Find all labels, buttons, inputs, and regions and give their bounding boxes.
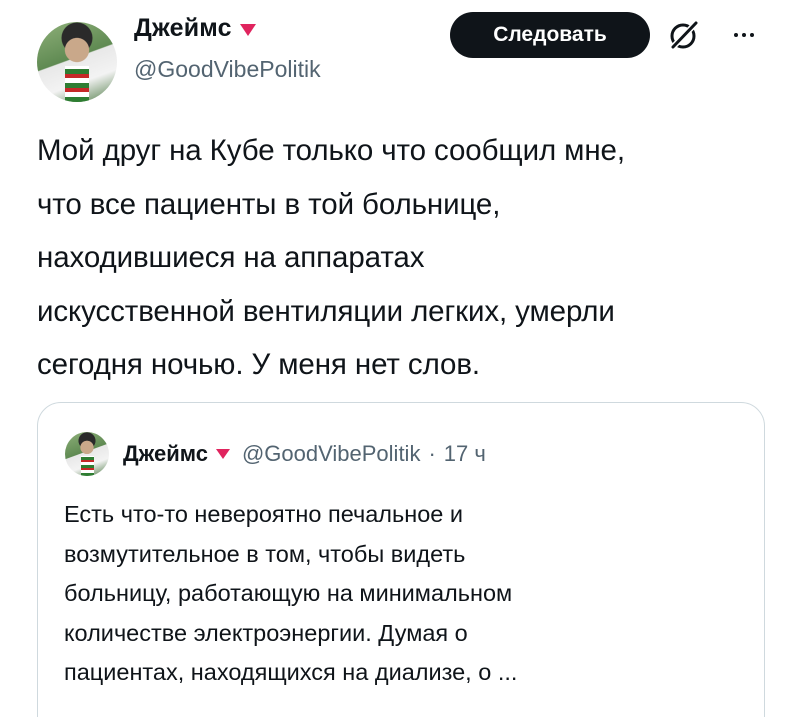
author-name-row: Джеймс (134, 14, 256, 43)
avatar-scarf (81, 456, 94, 476)
dot (750, 33, 754, 37)
quote-separator: · (428, 441, 436, 466)
tweet-header: Джеймс @GoodVibePolitik Следовать (0, 0, 800, 110)
tweet-line: сегодня ночью. У меня нет слов. (37, 348, 480, 381)
grok-slash-icon[interactable] (667, 18, 701, 52)
author-avatar[interactable] (37, 22, 117, 102)
tweet-line: что все пациенты в той больнице, (37, 187, 501, 221)
quote-line: количестве электроэнергии. Думая о (64, 619, 468, 646)
quote-line: пациентах, находящихся на диализе, о ... (64, 659, 518, 685)
red-triangle-badge-icon (215, 449, 230, 459)
quote-author-avatar[interactable] (65, 432, 109, 476)
quoted-tweet[interactable]: Джеймс @GoodVibePolitik · 17 ч Есть что-… (37, 402, 765, 717)
more-dots-icon[interactable] (724, 20, 764, 50)
author-handle[interactable]: @GoodVibePolitik (134, 56, 321, 83)
dot (734, 33, 738, 37)
tweet-line: находившиеся на аппаратах (37, 241, 425, 274)
quote-line: возмутительное в том, чтобы видеть (64, 540, 466, 567)
quote-header: Джеймс @GoodVibePolitik · 17 ч (123, 441, 486, 467)
author-name[interactable]: Джеймс (134, 14, 232, 43)
tweet-line: искусственной вентиляции легких, умерли (37, 294, 615, 328)
red-triangle-badge-icon (239, 23, 256, 36)
quote-timestamp[interactable]: 17 ч (444, 441, 486, 467)
quote-line: больницу, работающую на минимальном (64, 580, 513, 606)
tweet-body: Мой друг на Кубе только что сообщил мне,… (37, 124, 777, 392)
avatar-scarf (65, 66, 89, 102)
quote-author-handle[interactable]: @GoodVibePolitik (242, 441, 420, 467)
tweet-line: Мой друг на Кубе только что сообщил мне, (37, 134, 625, 167)
quote-line: Есть что-то невероятно печальное и (64, 501, 464, 527)
follow-button[interactable]: Следовать (450, 12, 650, 58)
dot (742, 33, 746, 37)
quote-body: Есть что-то невероятно печальное и возму… (64, 495, 724, 693)
quote-author-name[interactable]: Джеймс (123, 441, 208, 467)
